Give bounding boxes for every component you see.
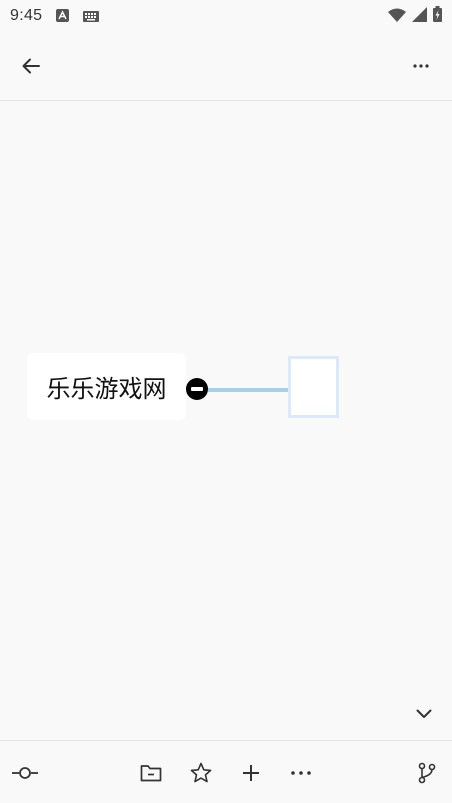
star-button[interactable] xyxy=(186,758,216,788)
root-node[interactable]: 乐乐游戏网 xyxy=(27,353,186,420)
back-button[interactable] xyxy=(16,52,46,80)
arrow-back-icon xyxy=(22,58,40,74)
child-node[interactable] xyxy=(288,356,339,418)
bottom-toolbar xyxy=(0,740,452,803)
mindmap-screen: 9:45 乐乐游戏网 xyxy=(0,0,452,803)
folder-icon xyxy=(140,765,162,782)
more-horiz-icon xyxy=(413,64,429,68)
add-icon xyxy=(243,765,259,781)
chevron-down-icon xyxy=(416,709,432,718)
status-time: 9:45 xyxy=(10,7,43,24)
more-horiz-icon xyxy=(291,771,311,775)
collapse-toggle-button[interactable] xyxy=(186,378,208,400)
node-style-button[interactable] xyxy=(10,758,40,788)
branch-icon xyxy=(418,762,436,784)
node-style-icon xyxy=(12,767,38,779)
minus-icon xyxy=(191,387,203,391)
wifi-icon xyxy=(388,7,406,26)
branch-button[interactable] xyxy=(412,758,442,788)
status-bar: 9:45 xyxy=(0,0,452,32)
more-options-button[interactable] xyxy=(406,52,436,80)
add-node-button[interactable] xyxy=(236,758,266,788)
star-icon xyxy=(190,762,212,783)
root-node-label: 乐乐游戏网 xyxy=(46,375,167,403)
node-connector xyxy=(208,388,290,392)
collapse-panel-button[interactable] xyxy=(410,702,438,726)
signal-icon xyxy=(412,6,427,26)
keyboard-icon xyxy=(83,7,100,26)
toolbar-more-button[interactable] xyxy=(286,758,316,788)
status-left-icons xyxy=(56,7,100,26)
a-icon xyxy=(56,7,70,26)
folder-button[interactable] xyxy=(136,758,166,788)
mindmap-canvas[interactable]: 乐乐游戏网 xyxy=(0,101,452,740)
battery-icon xyxy=(433,6,442,26)
status-right-icons xyxy=(388,6,442,26)
app-bar xyxy=(0,32,452,101)
